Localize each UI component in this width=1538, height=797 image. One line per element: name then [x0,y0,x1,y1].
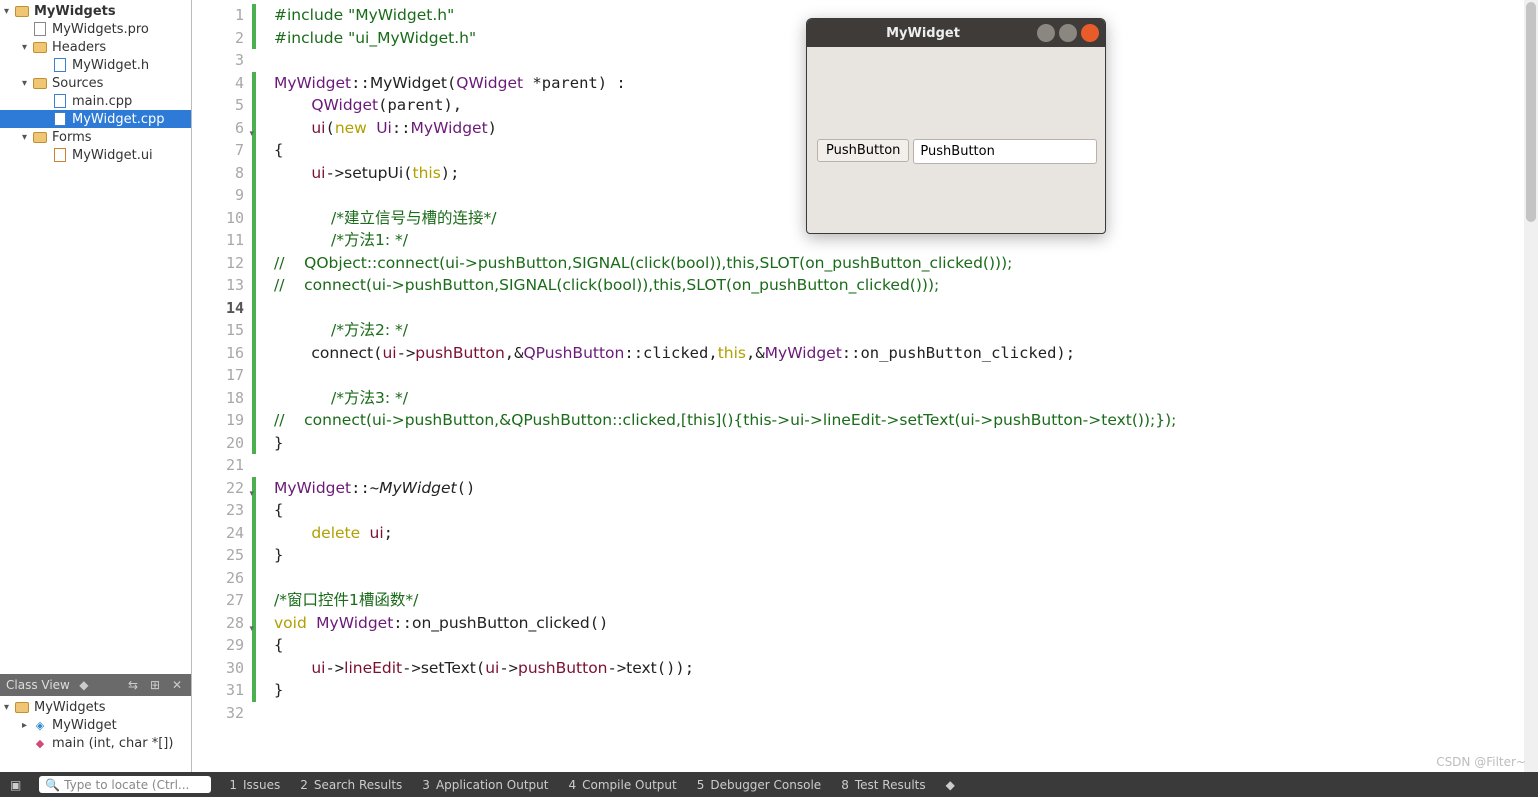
watermark: CSDN @Filter~ [1436,755,1526,769]
class-icon: ◈ [32,717,48,733]
class-view[interactable]: ▾ MyWidgets ▸◈ MyWidget ◆ main (int, char *… [0,696,191,772]
sync-icon[interactable]: ⇆ [125,677,141,693]
debugger-console-tab[interactable]: 5Debugger Console [687,772,832,797]
code-token: #include [274,29,348,47]
forms-folder[interactable]: ▾ Forms [0,128,191,146]
file-label: MyWidget.h [72,58,149,73]
tab-label: Application Output [436,778,549,792]
expand-arrow-icon[interactable]: ▾ [4,6,14,17]
folder-label: Sources [52,76,103,91]
code-token: "ui_MyWidget.h" [348,29,476,47]
ui-file[interactable]: MyWidget.ui [0,146,191,164]
tab-label: Issues [243,778,280,792]
class-view-title: Class View [6,678,70,692]
mywidget-cpp-file[interactable]: MyWidget.cpp [0,110,191,128]
folder-icon [32,39,48,55]
classview-class[interactable]: ▸◈ MyWidget [0,716,191,734]
cpp-file-icon [52,93,68,109]
locator-search[interactable]: 🔍 Type to locate (Ctrl... [39,776,211,793]
run-window-title: MyWidget [813,26,1033,41]
code-comment: /*建立信号与槽的连接*/ [311,209,496,227]
status-bar: ▣ 🔍 Type to locate (Ctrl... 1Issues 2Sea… [0,772,1538,797]
headers-folder[interactable]: ▾ Headers [0,38,191,56]
expand-arrow-icon[interactable]: ▾ [22,42,32,53]
tab-label: Compile Output [582,778,677,792]
left-panel: ▾ MyWidgets MyWidgets.pro ▾ Headers MyWidg… [0,0,192,772]
ui-file-icon [52,147,68,163]
file-label: MyWidget.cpp [72,112,164,127]
app-output-tab[interactable]: 3Application Output [412,772,558,797]
line-number-gutter[interactable]: 12345 6▾ 7891011 1213141516 1718192021 2… [192,0,252,772]
dropdown-icon[interactable]: ◆ [76,677,92,693]
split-icon[interactable]: ⊞ [147,677,163,693]
scrollbar-thumb[interactable] [1526,2,1536,222]
sources-folder[interactable]: ▾ Sources [0,74,191,92]
tab-label: Test Results [855,778,926,792]
function-icon: ◆ [32,735,48,751]
expand-arrow-icon[interactable]: ▾ [22,132,32,143]
search-placeholder: Type to locate (Ctrl... [64,778,189,792]
chevron-icon[interactable]: ◆ [936,772,965,797]
maximize-icon[interactable] [1059,24,1077,42]
folder-icon [14,699,30,715]
folder-label: Headers [52,40,106,55]
minimize-icon[interactable] [1037,24,1055,42]
main-cpp-file[interactable]: main.cpp [0,92,191,110]
classview-func[interactable]: ◆ main (int, char *[]) [0,734,191,752]
run-window[interactable]: MyWidget PushButton [806,18,1106,234]
folder-icon [32,75,48,91]
project-tree[interactable]: ▾ MyWidgets MyWidgets.pro ▾ Headers MyWidg… [0,0,191,674]
code-comment: /*方法3: */ [311,389,408,407]
code-comment: // connect(ui->pushButton,&QPushButton::… [274,411,1176,429]
file-label: main.cpp [72,94,132,109]
cpp-file-icon [52,111,68,127]
compile-output-tab[interactable]: 4Compile Output [558,772,686,797]
folder-label: Forms [52,130,92,145]
file-icon [32,21,48,37]
run-window-titlebar[interactable]: MyWidget [807,19,1105,47]
close-icon[interactable]: ✕ [169,677,185,693]
collapse-arrow-icon[interactable]: ▸ [22,720,32,731]
file-label: MyWidgets.pro [52,22,149,37]
code-comment: /*方法1: */ [311,231,408,249]
push-button[interactable]: PushButton [817,139,909,162]
file-label: MyWidget.ui [72,148,153,163]
test-results-tab[interactable]: 8Test Results [831,772,935,797]
line-edit[interactable] [913,139,1097,164]
expand-arrow-icon[interactable]: ▾ [4,702,14,713]
folder-icon [14,3,30,19]
expand-arrow-icon[interactable]: ▾ [22,78,32,89]
code-comment: // QObject::connect(ui->pushButton,SIGNA… [274,254,1012,272]
classview-root[interactable]: ▾ MyWidgets [0,698,191,716]
header-file[interactable]: MyWidget.h [0,56,191,74]
close-icon[interactable] [1081,24,1099,42]
h-file-icon [52,57,68,73]
vertical-scrollbar[interactable] [1524,0,1538,772]
tab-label: Search Results [314,778,402,792]
code-comment: /*窗口控件1槽函数*/ [274,591,418,609]
class-label: MyWidget [52,718,117,733]
class-view-header: Class View ◆ ⇆ ⊞ ✕ [0,674,191,696]
code-token: "MyWidget.h" [348,6,454,24]
project-root-label: MyWidgets [34,4,116,19]
code-token: #include [274,6,348,24]
code-comment: /*方法2: */ [311,321,408,339]
search-icon: 🔍 [45,778,60,792]
pro-file[interactable]: MyWidgets.pro [0,20,191,38]
panel-toggle-icon[interactable]: ▣ [0,772,31,797]
project-root[interactable]: ▾ MyWidgets [0,2,191,20]
folder-icon [32,129,48,145]
issues-tab[interactable]: 1Issues [219,772,290,797]
tab-label: Debugger Console [710,778,821,792]
run-window-body: PushButton [807,47,1105,233]
search-results-tab[interactable]: 2Search Results [290,772,412,797]
func-label: main (int, char *[]) [52,736,173,751]
code-comment: // connect(ui->pushButton,SIGNAL(click(b… [274,276,939,294]
classview-root-label: MyWidgets [34,700,105,715]
